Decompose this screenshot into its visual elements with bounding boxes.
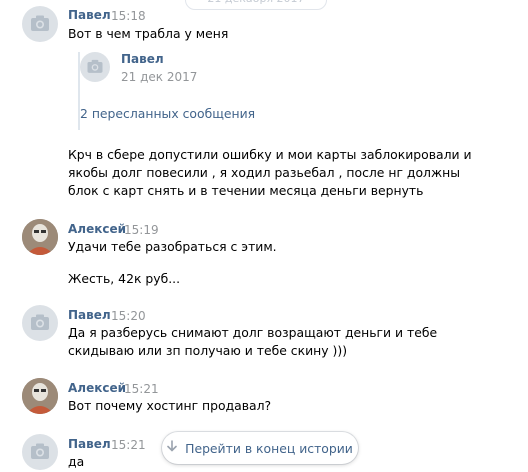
message-text-line: блок с карт снять и в течении месяца ден…	[68, 183, 424, 198]
message-text-line: якобы долг повесили , я ходил разьебал ,…	[68, 165, 461, 180]
message-author[interactable]: Алексей	[68, 381, 126, 395]
message-time[interactable]: 15:18	[111, 9, 146, 23]
message-time[interactable]: 15:21	[111, 438, 146, 452]
jump-to-end-label: Перейти в конец истории	[185, 440, 353, 456]
message-text: Жесть, 42к руб...	[68, 271, 181, 286]
avatar-aleksey[interactable]	[22, 219, 58, 255]
jump-to-end-button[interactable]: Перейти в конец истории	[162, 432, 358, 464]
message-time[interactable]: 15:21	[124, 382, 159, 396]
message-text: да	[68, 454, 85, 469]
user-photo-icon	[22, 378, 58, 414]
arrow-down-icon	[167, 440, 177, 456]
avatar-aleksey[interactable]	[22, 378, 58, 414]
forwarded-author[interactable]: Павел	[121, 52, 164, 66]
forwarded-date: 21 дек 2017	[121, 70, 198, 84]
camera-icon	[31, 15, 49, 31]
avatar-pavel[interactable]	[22, 434, 58, 470]
message-text: Удачи тебе разобраться с этим.	[68, 239, 277, 254]
camera-icon	[31, 443, 49, 459]
camera-icon	[87, 59, 103, 73]
forwarded-avatar[interactable]	[80, 52, 110, 82]
message-author[interactable]: Алексей	[68, 222, 126, 236]
message-author[interactable]: Павел	[68, 308, 111, 322]
avatar-pavel[interactable]	[22, 6, 58, 42]
message-text-line: Крч в сбере допустили ошибку и мои карты…	[68, 147, 472, 162]
message-author[interactable]: Павел	[68, 437, 111, 451]
message-text: скидываю или зп получаю и тебе скину )))	[68, 343, 348, 358]
message-time[interactable]: 15:19	[124, 223, 159, 237]
camera-icon	[31, 314, 49, 330]
message-text: Да я разберусь снимают долг возращают де…	[68, 325, 438, 340]
message-text: Вот в чем трабла у меня	[68, 26, 229, 41]
message-text: Вот почему хостинг продавал?	[68, 398, 272, 413]
avatar-pavel[interactable]	[22, 305, 58, 341]
user-photo-icon	[22, 219, 58, 255]
date-divider: 21 декабря 2017	[185, 0, 327, 10]
forwarded-messages-link[interactable]: 2 пересланных сообщения	[80, 106, 255, 121]
message-author[interactable]: Павел	[68, 8, 111, 22]
message-time[interactable]: 15:20	[111, 309, 146, 323]
